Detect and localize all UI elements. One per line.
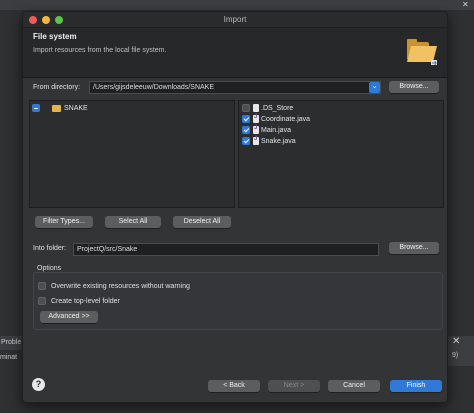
file-checkbox[interactable]: [242, 126, 250, 134]
background-toolbar: [0, 0, 474, 10]
wizard-page-title: File system: [33, 32, 77, 41]
file-name: Main.java: [261, 126, 291, 134]
tree-item-label: SNAKE: [64, 104, 88, 112]
overwrite-option[interactable]: Overwrite existing resources without war…: [38, 282, 190, 290]
from-directory-label: From directory:: [33, 84, 81, 91]
browse-directory-button[interactable]: Browse...: [389, 81, 439, 93]
select-all-button[interactable]: Select All: [105, 216, 161, 228]
overwrite-checkbox[interactable]: [38, 282, 46, 290]
into-folder-input[interactable]: ProjectQ/src/Snake: [73, 243, 379, 256]
deselect-all-button[interactable]: Deselect All: [173, 216, 231, 228]
next-button[interactable]: Next >: [268, 380, 320, 392]
file-checkbox[interactable]: [242, 104, 250, 112]
options-title: Options: [37, 265, 62, 272]
cancel-button[interactable]: Cancel: [328, 380, 380, 392]
java-file-icon: [253, 136, 259, 145]
folder-icon: [52, 104, 61, 112]
file-item-main[interactable]: Main.java: [242, 125, 291, 136]
create-top-level-checkbox[interactable]: [38, 297, 46, 305]
help-icon[interactable]: ?: [32, 378, 45, 391]
file-name: .DS_Store: [261, 104, 294, 112]
tree-item-snake[interactable]: SNAKE: [32, 104, 88, 114]
file-icon: [253, 104, 259, 112]
java-file-icon: [253, 114, 259, 123]
file-name: Coordinate.java: [261, 115, 311, 123]
overwrite-label: Overwrite existing resources without war…: [51, 282, 190, 290]
file-list-panel[interactable]: .DS_Store Coordinate.java Main.java Snak…: [238, 100, 444, 208]
background-view-close-icon[interactable]: ✕: [452, 336, 460, 347]
dialog-titlebar: Import: [23, 12, 447, 28]
advanced-button[interactable]: Advanced >>: [40, 311, 98, 323]
finish-button[interactable]: Finish: [390, 380, 442, 392]
create-top-level-label: Create top-level folder: [51, 297, 120, 305]
background-console-text: minat: [0, 354, 18, 361]
open-folder-icon: [407, 39, 437, 66]
create-top-level-option[interactable]: Create top-level folder: [38, 297, 120, 305]
wizard-page-description: Import resources from the local file sys…: [33, 47, 167, 54]
from-directory-input[interactable]: /Users/gijsdeleeuw/Downloads/SNAKE: [89, 81, 381, 94]
file-checkbox[interactable]: [242, 115, 250, 123]
maximize-window-button[interactable]: [55, 16, 63, 24]
background-right-text: 9): [452, 352, 459, 359]
tree-item-checkbox[interactable]: [32, 104, 40, 112]
into-folder-label: Into folder:: [33, 245, 67, 252]
folder-tree-panel[interactable]: SNAKE: [29, 100, 235, 208]
close-window-button[interactable]: [29, 16, 37, 24]
dialog-title: Import: [223, 15, 247, 24]
file-item-snake[interactable]: Snake.java: [242, 136, 296, 147]
browse-folder-button[interactable]: Browse...: [389, 242, 439, 254]
options-group: Overwrite existing resources without war…: [33, 272, 443, 330]
back-button[interactable]: < Back: [208, 380, 260, 392]
file-item-coordinate[interactable]: Coordinate.java: [242, 114, 311, 125]
background-problems-tab[interactable]: Proble: [0, 336, 22, 350]
wizard-header: File system Import resources from the lo…: [23, 28, 447, 78]
import-dialog: Import File system Import resources from…: [22, 11, 448, 403]
filter-types-button[interactable]: Filter Types...: [35, 216, 93, 228]
minimize-window-button[interactable]: [42, 16, 50, 24]
file-checkbox[interactable]: [242, 137, 250, 145]
from-directory-dropdown-button[interactable]: ⌄: [369, 82, 380, 93]
java-file-icon: [253, 125, 259, 134]
background-close-icon[interactable]: ✕: [462, 0, 469, 9]
file-item-ds-store[interactable]: .DS_Store: [242, 104, 293, 114]
file-name: Snake.java: [261, 137, 296, 145]
